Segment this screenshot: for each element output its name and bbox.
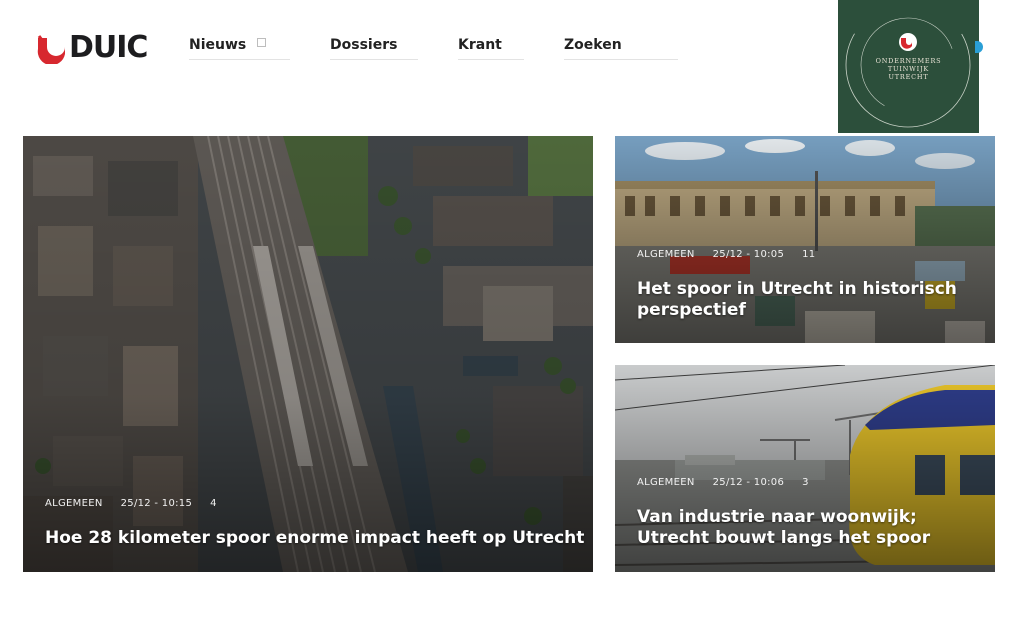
- edge-indicator: [975, 41, 983, 53]
- article-card-industrie[interactable]: ALGEMEEN 25/12 - 10:06 3 Van industrie n…: [615, 365, 995, 572]
- nav-nieuws-label: Nieuws: [189, 37, 247, 53]
- comment-count: 3: [802, 477, 809, 488]
- timestamp: 25/12 - 10:06: [712, 477, 785, 488]
- comment-count: 4: [210, 498, 217, 509]
- promo-line-3: UTRECHT: [888, 73, 929, 81]
- article-meta: ALGEMEEN 25/12 - 10:06 3: [637, 477, 809, 488]
- promo-line-1: ONDERNEMERS: [875, 57, 942, 65]
- nav-dossiers[interactable]: Dossiers: [330, 36, 418, 60]
- nav-zoeken-label: Zoeken: [564, 37, 622, 53]
- nav-krant[interactable]: Krant: [458, 36, 524, 60]
- article-card-featured[interactable]: ALGEMEEN 25/12 - 10:15 4 Hoe 28 kilomete…: [23, 136, 593, 572]
- promo-banner-ondernemers-tuinwijk[interactable]: ONDERNEMERS TUINWIJK UTRECHT: [838, 0, 979, 133]
- category-label[interactable]: ALGEMEEN: [637, 477, 695, 488]
- duic-logo[interactable]: DUIC: [35, 30, 148, 66]
- article-title[interactable]: Het spoor in Utrecht in historisch persp…: [637, 279, 982, 321]
- promo-line-2: TUINWIJK: [887, 65, 930, 73]
- article-meta: ALGEMEEN 25/12 - 10:05 11: [637, 249, 815, 260]
- logo-text: DUIC: [69, 30, 148, 65]
- duic-logo-mark-icon: [37, 35, 65, 64]
- article-card-historic[interactable]: ALGEMEEN 25/12 - 10:05 11 Het spoor in U…: [615, 136, 995, 343]
- dropdown-square-icon[interactable]: [256, 38, 266, 47]
- timestamp: 25/12 - 10:05: [712, 249, 785, 260]
- article-title[interactable]: Hoe 28 kilometer spoor enorme impact hee…: [45, 528, 585, 549]
- category-label[interactable]: ALGEMEEN: [45, 498, 103, 509]
- category-label[interactable]: ALGEMEEN: [637, 249, 695, 260]
- nav-nieuws[interactable]: Nieuws: [189, 36, 290, 60]
- promo-text: ONDERNEMERS TUINWIJK UTRECHT: [838, 57, 979, 81]
- article-title[interactable]: Van industrie naar woonwijk; Utrecht bou…: [637, 507, 992, 549]
- comment-count: 11: [802, 249, 816, 260]
- nav-dossiers-label: Dossiers: [330, 37, 398, 53]
- nav-zoeken[interactable]: Zoeken: [564, 36, 678, 60]
- nav-krant-label: Krant: [458, 37, 502, 53]
- timestamp: 25/12 - 10:15: [120, 498, 193, 509]
- article-meta: ALGEMEEN 25/12 - 10:15 4: [45, 498, 217, 509]
